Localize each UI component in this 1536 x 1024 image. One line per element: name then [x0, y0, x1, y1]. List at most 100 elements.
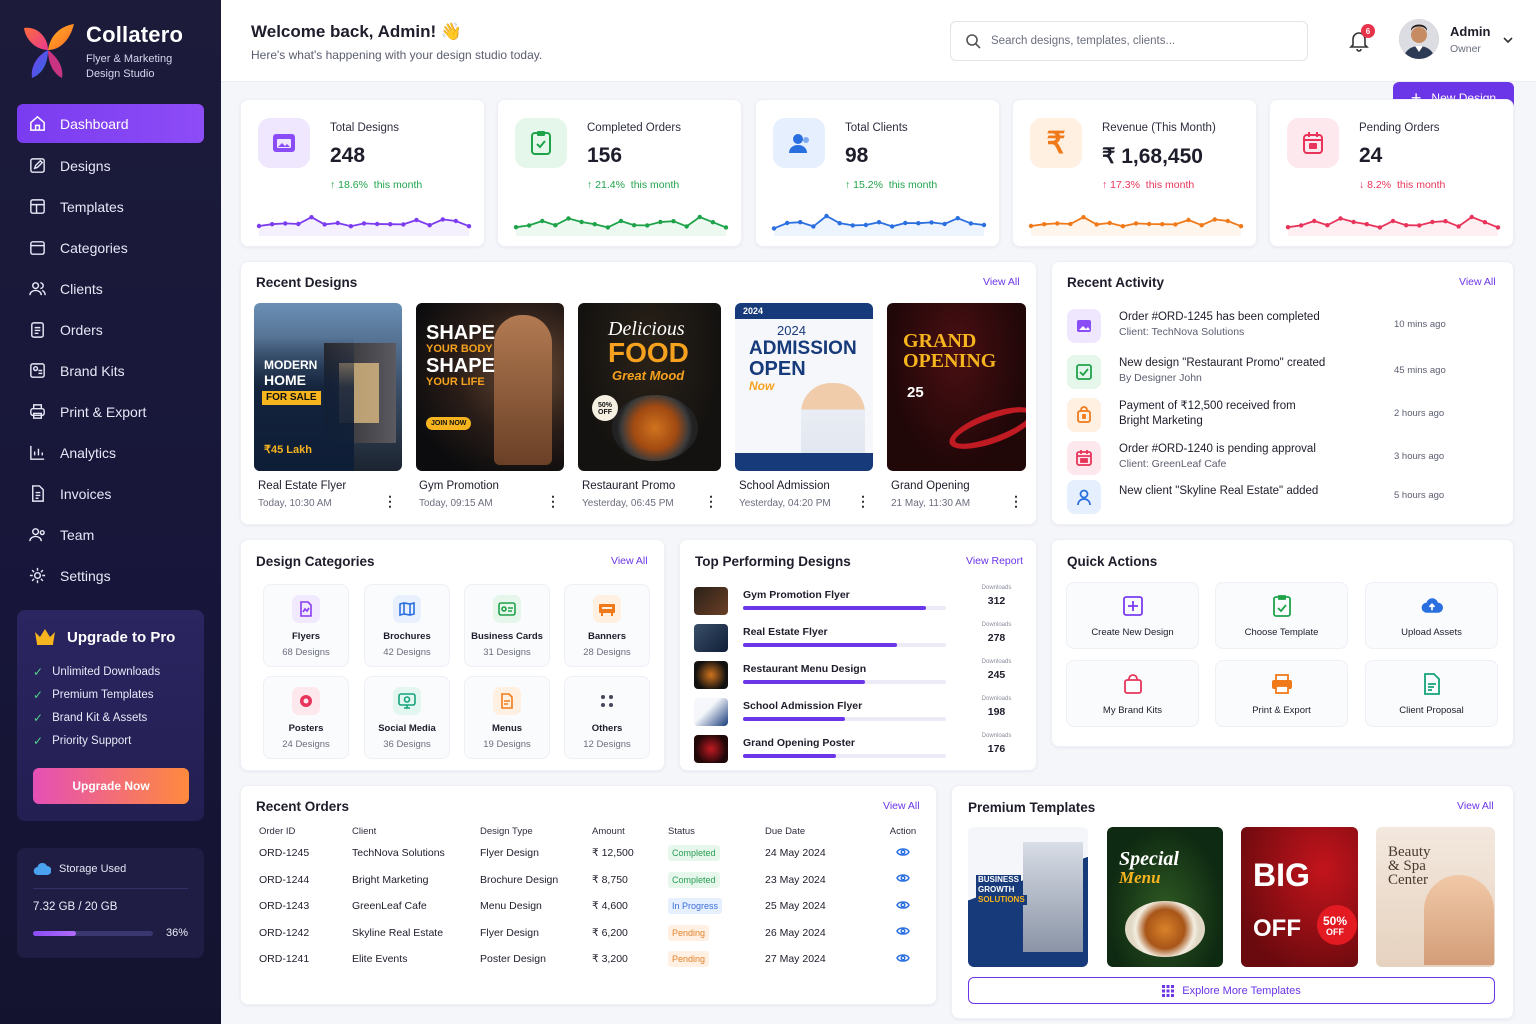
sidebar-item-team[interactable]: Team: [17, 514, 204, 555]
storage-percent: 36%: [165, 927, 188, 939]
welcome-subtitle: Here's what's happening with your design…: [251, 48, 543, 62]
design-thumb-food[interactable]: Delicious FOOD Great Mood 50% OFF: [578, 303, 721, 471]
design-thumb-real-estate[interactable]: MODERN HOME FOR SALE ₹45 Lakh: [254, 303, 402, 471]
stat-trend: ↓ 8.2% this month: [1359, 179, 1445, 191]
category-flyers[interactable]: Flyers 68 Designs: [263, 584, 349, 667]
more-vertical-icon[interactable]: ⋮: [1009, 494, 1023, 508]
top-design-row[interactable]: Grand Opening Poster Downloads 176: [694, 733, 1024, 767]
search-input[interactable]: [991, 35, 1291, 47]
more-vertical-icon[interactable]: ⋮: [546, 494, 560, 508]
premium-template-business[interactable]: BUSINESS GROWTH SOLUTIONS: [968, 827, 1088, 967]
search-box[interactable]: [950, 21, 1308, 61]
category-menus[interactable]: Menus 19 Designs: [464, 676, 550, 759]
category-posters[interactable]: Posters 24 Designs: [263, 676, 349, 759]
sparkline: [256, 215, 472, 236]
recent-designs-view-all[interactable]: View All: [983, 276, 1020, 288]
stat-card-total-clients[interactable]: Total Clients 98 ↑ 15.2% this month: [755, 99, 1000, 247]
order-due: 26 May 2024: [765, 926, 826, 939]
eye-icon[interactable]: [896, 926, 910, 936]
premium-templates-view-all[interactable]: View All: [1457, 800, 1494, 812]
category-banners[interactable]: Banners 28 Designs: [564, 584, 650, 667]
order-amount: ₹ 6,200: [592, 926, 628, 939]
upgrade-now-button[interactable]: Upgrade Now: [33, 768, 189, 804]
top-design-row[interactable]: School Admission Flyer Downloads 198: [694, 696, 1024, 730]
my-brand-kits-button[interactable]: My Brand Kits: [1066, 660, 1199, 727]
view-report-link[interactable]: View Report: [966, 555, 1023, 567]
thumb-text: SHAPE: [426, 322, 495, 344]
shopping-bag-icon: [1067, 398, 1101, 432]
sidebar-item-analytics[interactable]: Analytics: [17, 432, 204, 473]
sidebar-item-clients[interactable]: Clients: [17, 268, 204, 309]
avatar[interactable]: [1399, 19, 1439, 59]
stat-card-revenue[interactable]: ₹ Revenue (This Month) ₹ 1,68,450 ↑ 17.3…: [1012, 99, 1257, 247]
sidebar-item-invoices[interactable]: Invoices: [17, 473, 204, 514]
design-categories-view-all[interactable]: View All: [611, 555, 648, 567]
category-business-cards[interactable]: Business Cards 31 Designs: [464, 584, 550, 667]
recent-activity-view-all[interactable]: View All: [1459, 276, 1496, 288]
sparkline-point: [1225, 218, 1231, 224]
more-vertical-icon[interactable]: ⋮: [704, 494, 718, 508]
thumb-text: MODERN: [264, 358, 318, 372]
premium-template-big-offer[interactable]: BIG OFF 50% OFF: [1241, 827, 1358, 967]
sparkline-point: [658, 219, 663, 225]
status-badge: Pending: [668, 924, 710, 941]
thumb-text: Center: [1388, 872, 1428, 888]
table-row[interactable]: ORD-1244 Bright Marketing Brochure Desig…: [256, 867, 924, 894]
orders-header-row: Order ID Client Design Type Amount Statu…: [256, 822, 924, 840]
upload-assets-button[interactable]: Upload Assets: [1365, 582, 1498, 649]
sidebar-item-templates[interactable]: Templates: [17, 186, 204, 227]
client-proposal-button[interactable]: Client Proposal: [1365, 660, 1498, 727]
sparkline-point: [1186, 217, 1191, 223]
table-row[interactable]: ORD-1242 Skyline Real Estate Flyer Desig…: [256, 920, 924, 947]
sparkline-point: [1120, 224, 1126, 229]
table-row[interactable]: ORD-1241 Elite Events Poster Design ₹ 3,…: [256, 946, 924, 973]
sidebar-item-orders[interactable]: Orders: [17, 309, 204, 350]
sparkline-point: [1094, 222, 1099, 227]
eye-icon[interactable]: [896, 900, 910, 910]
print-export-button[interactable]: Print & Export: [1215, 660, 1348, 727]
sidebar-item-categories[interactable]: Categories: [17, 227, 204, 268]
sparkline-point: [388, 222, 393, 227]
chevron-down-icon[interactable]: [1502, 35, 1514, 45]
activity-title: Order #ORD-1240 is pending approval: [1119, 443, 1316, 455]
category-count: 12 Designs: [583, 739, 631, 750]
stat-card-pending-orders[interactable]: Pending Orders 24 ↓ 8.2% this month: [1269, 99, 1514, 247]
upgrade-feature-label: Brand Kit & Assets: [52, 711, 148, 724]
design-thumb-grand-opening[interactable]: GRAND OPENING 25: [887, 303, 1026, 471]
sidebar-item-brand-kits[interactable]: Brand Kits: [17, 350, 204, 391]
category-social-media[interactable]: Social Media 36 Designs: [364, 676, 450, 759]
sidebar-item-settings[interactable]: Settings: [17, 555, 204, 596]
eye-icon[interactable]: [896, 873, 910, 883]
more-vertical-icon[interactable]: ⋮: [383, 494, 397, 508]
stat-card-total-designs[interactable]: Total Designs 248 ↑ 18.6% this month: [240, 99, 485, 247]
sidebar-item-designs[interactable]: Designs: [17, 145, 204, 186]
design-thumb-school[interactable]: 2024 2024 ADMISSION OPEN Now: [735, 303, 873, 471]
explore-more-templates-button[interactable]: Explore More Templates: [968, 977, 1495, 1004]
eye-icon[interactable]: [896, 953, 910, 963]
premium-template-special-menu[interactable]: Special Menu: [1107, 827, 1223, 967]
sparkline-point: [1173, 222, 1178, 227]
table-row[interactable]: ORD-1243 GreenLeaf Cafe Menu Design ₹ 4,…: [256, 893, 924, 920]
brand-logo[interactable]: Collatero Flyer & Marketing Design Studi…: [20, 20, 183, 82]
category-name: Posters: [288, 723, 324, 734]
premium-template-beauty-spa[interactable]: Beauty & Spa Center: [1376, 827, 1495, 967]
sidebar-item-dashboard[interactable]: Dashboard: [17, 104, 204, 143]
top-design-row[interactable]: Real Estate Flyer Downloads 278: [694, 622, 1024, 656]
design-thumb-gym[interactable]: SHAPE YOUR BODY SHAPE YOUR LIFE JOIN NOW: [416, 303, 564, 471]
thumb-text: Menu: [1119, 868, 1161, 887]
category-others[interactable]: Others 12 Designs: [564, 676, 650, 759]
top-design-row[interactable]: Gym Promotion Flyer Downloads 312: [694, 585, 1024, 619]
cloud-icon: [33, 862, 51, 876]
storage-header: Storage Used: [33, 862, 188, 889]
stat-card-completed-orders[interactable]: Completed Orders 156 ↑ 21.4% this month: [497, 99, 742, 247]
order-id: ORD-1244: [259, 873, 310, 886]
table-row[interactable]: ORD-1245 TechNova Solutions Flyer Design…: [256, 840, 924, 867]
create-new-design-button[interactable]: Create New Design: [1066, 582, 1199, 649]
sidebar-item-print-export[interactable]: Print & Export: [17, 391, 204, 432]
choose-template-button[interactable]: Choose Template: [1215, 582, 1348, 649]
category-brochures[interactable]: Brochures 42 Designs: [364, 584, 450, 667]
more-vertical-icon[interactable]: ⋮: [856, 494, 870, 508]
top-design-row[interactable]: Restaurant Menu Design Downloads 245: [694, 659, 1024, 693]
recent-orders-view-all[interactable]: View All: [883, 800, 920, 812]
eye-icon[interactable]: [896, 847, 910, 857]
